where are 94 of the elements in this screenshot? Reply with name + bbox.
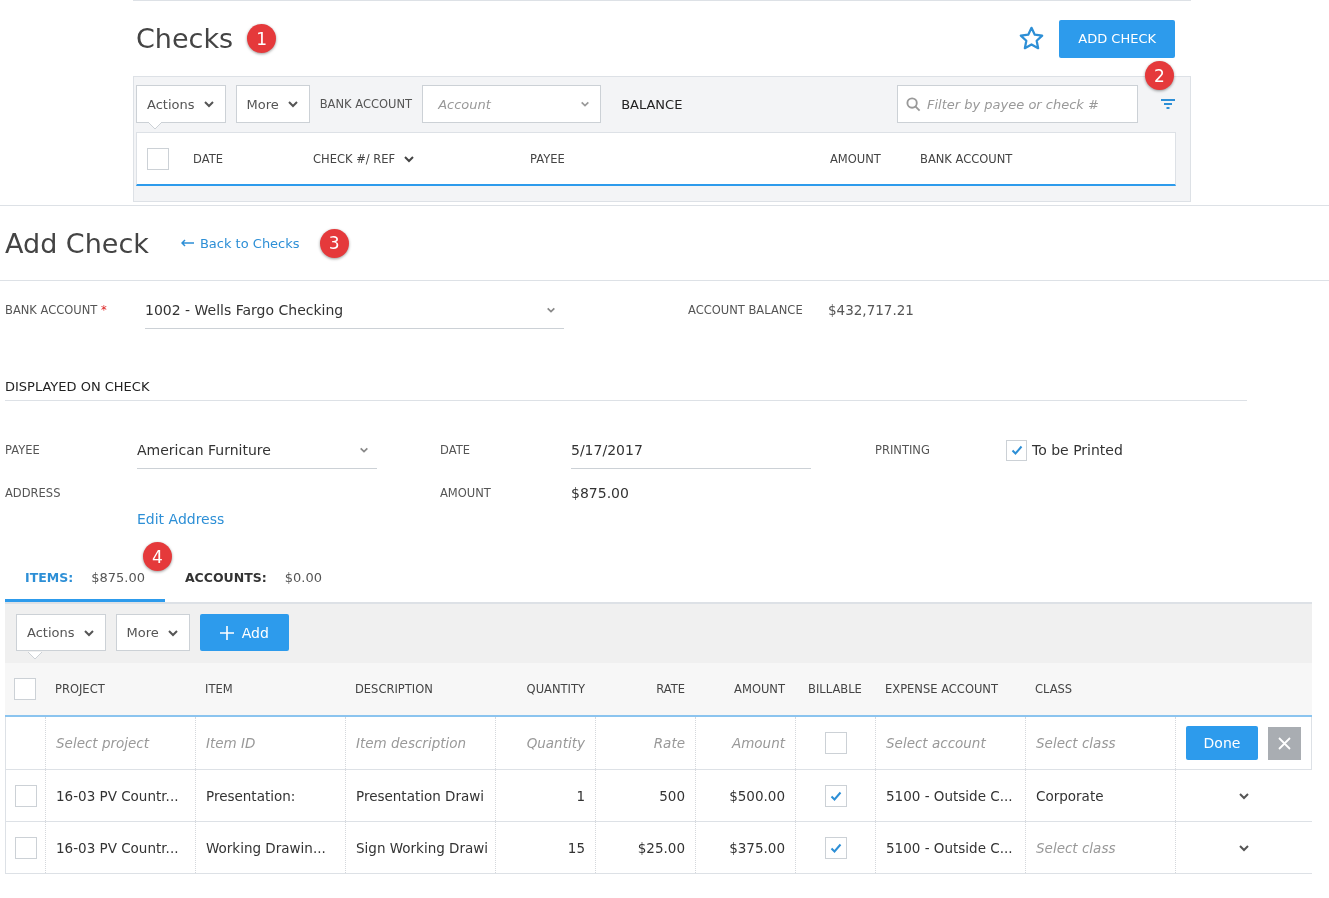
table-cell: 16-03 PV Countr... [46, 770, 196, 821]
column-header: RATE [655, 681, 686, 698]
more-dropdown[interactable]: More [235, 85, 310, 123]
chevron-down-icon [580, 99, 591, 109]
search-icon [906, 96, 921, 112]
date-field[interactable]: 5/17/2017 [571, 431, 811, 469]
actions-dropdown[interactable]: Actions [16, 614, 106, 651]
section-title: DISPLAYED ON CHECK [5, 379, 1247, 401]
done-button[interactable]: Done [1185, 726, 1259, 760]
row-checkbox[interactable] [14, 836, 37, 859]
row-checkbox[interactable] [14, 784, 37, 807]
back-link[interactable]: Back to Checks [180, 235, 300, 251]
table-cell: $25.00 [596, 822, 696, 873]
callout-badge: 3 [319, 228, 349, 258]
table-cell: 5100 - Outside C... [876, 770, 1026, 821]
payee-label: PAYEE [5, 443, 41, 457]
checkmark-icon [1010, 444, 1023, 456]
table-cell: Working Drawin... [196, 822, 346, 873]
column-header: AMOUNT [733, 681, 786, 698]
add-button[interactable]: Add [199, 614, 289, 651]
account-balance-label: ACCOUNT BALANCE [688, 303, 804, 317]
class-field[interactable]: Select class [1026, 717, 1176, 769]
table-cell: 15 [496, 822, 596, 873]
filter-icon[interactable] [1160, 97, 1176, 111]
account-field[interactable]: Select account [876, 717, 1026, 769]
print-checkbox[interactable] [1006, 439, 1027, 461]
arrow-left-icon [180, 239, 194, 247]
search-field[interactable]: Filter by payee or check # [897, 85, 1138, 123]
callout-badge: 2 [1145, 61, 1174, 90]
close-icon [1278, 736, 1292, 750]
table-cell: Presentation: [196, 770, 346, 821]
account-balance-value: $432,717.21 [828, 302, 914, 318]
page-title: Checks [136, 23, 234, 54]
billable-checkbox[interactable] [824, 732, 847, 754]
select-all-checkbox[interactable] [14, 678, 36, 700]
balance-label: BALANCE [621, 96, 683, 112]
billable-checkbox[interactable] [824, 784, 847, 807]
more-dropdown[interactable]: More [115, 614, 190, 651]
pointer-icon [28, 652, 42, 660]
column-header: QUANTITY [525, 681, 586, 698]
close-button[interactable] [1268, 726, 1302, 760]
checkmark-icon [829, 841, 842, 854]
page-title: Add Check [5, 227, 149, 259]
table-cell: 5100 - Outside C... [876, 822, 1026, 873]
column-header: AMOUNT [830, 151, 882, 166]
entry-field[interactable]: Item description [346, 717, 496, 769]
edit-address-link[interactable]: Edit Address [137, 511, 225, 527]
table-cell: Corporate [1026, 770, 1176, 821]
entry-field[interactable]: Amount [696, 717, 796, 769]
bank-account-label: BANK ACCOUNT * [5, 303, 108, 317]
printing-label: PRINTING [875, 443, 931, 457]
address-label: ADDRESS [5, 486, 62, 500]
entry-field[interactable]: Item ID [196, 717, 346, 769]
table-cell: 500 [596, 770, 696, 821]
table-cell: 1 [496, 770, 596, 821]
star-icon[interactable] [1018, 25, 1046, 52]
chevron-down-icon [202, 98, 215, 110]
entry-field[interactable]: Quantity [496, 717, 596, 769]
entry-field[interactable]: Rate [596, 717, 696, 769]
print-option-label: To be Printed [1032, 442, 1123, 458]
table-cell: Sign Working Drawi [346, 822, 496, 873]
column-header: DATE [193, 151, 224, 166]
column-header: PAYEE [530, 151, 566, 166]
callout-badge: 1 [247, 24, 277, 53]
amount-label: AMOUNT [440, 486, 492, 500]
chevron-down-icon [286, 98, 299, 110]
actions-dropdown[interactable]: Actions [136, 85, 226, 123]
table-cell: $375.00 [696, 822, 796, 873]
bank-account-label: BANK ACCOUNT [319, 97, 413, 111]
select-all-checkbox[interactable] [147, 147, 169, 170]
plus-icon [219, 625, 234, 640]
account-select[interactable]: Account [422, 85, 602, 123]
payee-select[interactable]: American Furniture [137, 431, 377, 469]
amount-value: $875.00 [571, 485, 629, 501]
entry-field[interactable]: Select project [46, 717, 196, 769]
table-cell: Presentation Drawi [346, 770, 496, 821]
column-header: BANK ACCOUNT [920, 151, 1014, 166]
column-header: CLASS [1034, 681, 1074, 698]
checkmark-icon [829, 789, 842, 802]
table-cell: 16-03 PV Countr... [46, 822, 196, 873]
column-header: BILLABLE [807, 681, 863, 698]
pointer-icon [148, 122, 162, 130]
column-header: PROJECT [54, 681, 106, 698]
bank-account-select[interactable]: 1002 - Wells Fargo Checking [145, 291, 564, 329]
column-header: ITEM [204, 681, 234, 698]
column-header: DESCRIPTION [354, 681, 434, 698]
add-check-button[interactable]: ADD CHECK [1059, 19, 1175, 58]
table-cell: $500.00 [696, 770, 796, 821]
table-cell: Select class [1026, 822, 1176, 873]
billable-checkbox[interactable] [824, 836, 847, 859]
callout-badge: 4 [143, 542, 172, 571]
date-label: DATE [440, 443, 471, 457]
column-header[interactable]: CHECK #/ REF [313, 151, 530, 166]
column-header: EXPENSE ACCOUNT [884, 681, 999, 698]
